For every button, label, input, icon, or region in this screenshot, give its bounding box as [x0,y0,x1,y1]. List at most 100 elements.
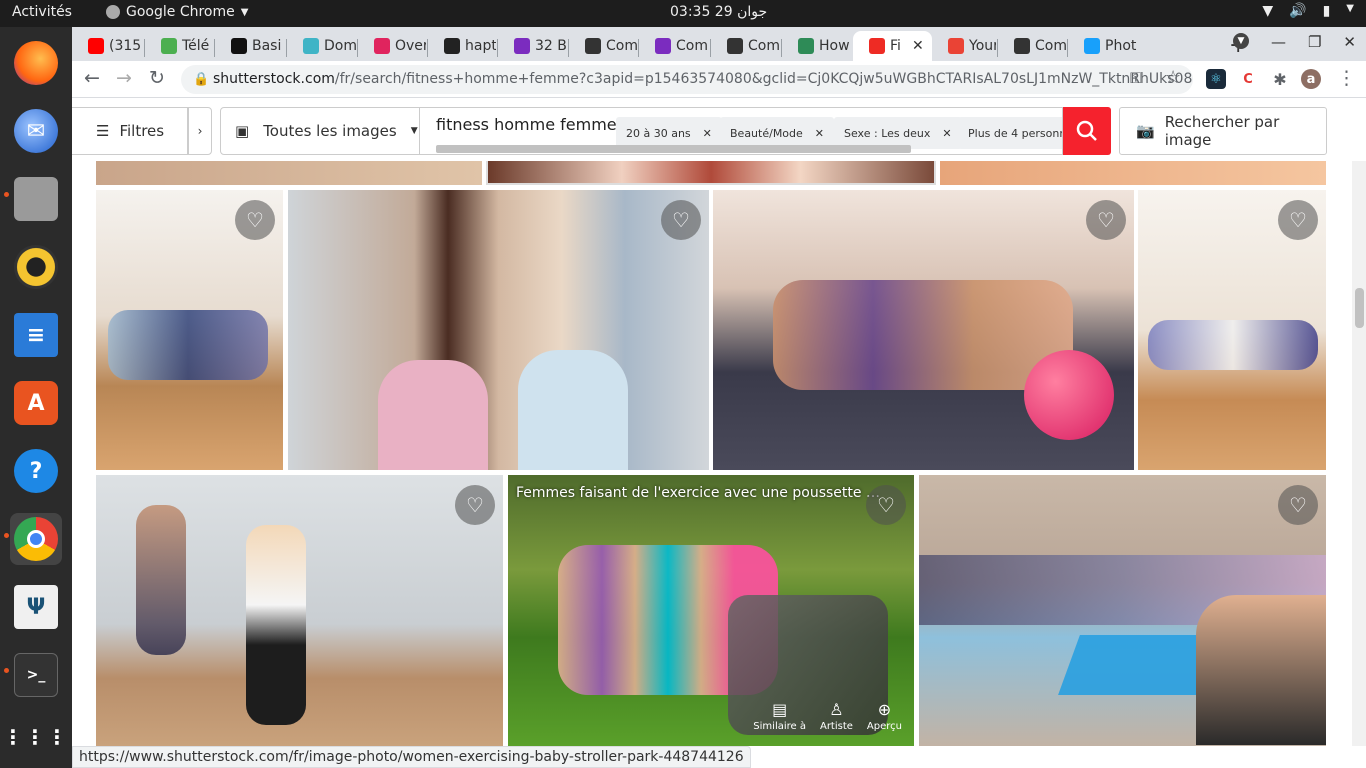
search-button[interactable] [1063,107,1111,155]
dock-app-grid[interactable]: ⋮⋮⋮ [3,711,67,763]
scrollbar-thumb[interactable] [436,145,911,153]
maximize-icon[interactable]: ❐ [1308,33,1321,51]
address-bar[interactable]: 🔒 shutterstock.com/fr/search/fitness+hom… [181,65,1193,94]
preview-button[interactable]: ⊕ Aperçu [867,700,902,732]
minimize-icon[interactable]: — [1271,33,1286,51]
heart-icon[interactable]: ♡ [661,200,701,240]
tab-search-icon[interactable]: ▼ [1232,33,1249,49]
key-icon[interactable]: ⚿ [1130,69,1141,87]
dock-terminal[interactable]: >_ [10,649,62,701]
filters-button[interactable]: ☰ Filtres [72,107,188,155]
activities-button[interactable]: Activités [12,4,72,20]
photo-situps-class[interactable]: ♡ [1138,190,1326,470]
dock-firefox[interactable] [10,37,62,89]
tab-10[interactable]: How [782,31,851,61]
tab-1[interactable]: Télé [145,31,213,61]
tab-5[interactable]: hapt [428,31,496,61]
photo-women-stroller-park[interactable]: Femmes faisant de l'exercice avec une po… [508,475,914,746]
tab-11[interactable]: Fi ✕ [853,31,932,61]
shutterstock-page: ☰ Filtres › ▣ Toutes les images ▼ fitnes… [72,98,1366,746]
tab-14[interactable]: Phot [1068,31,1140,61]
tab-8[interactable]: Com [639,31,709,61]
dock-software[interactable]: A [10,377,62,429]
expand-filters-button[interactable]: › [188,107,212,155]
react-devtools-icon[interactable]: ⚛ [1206,69,1226,89]
tab-13[interactable]: Com [998,31,1066,61]
tab-2[interactable]: Basi [215,31,285,61]
clock[interactable]: 03:35 جوان 29 [670,4,767,20]
battery-icon: ▮ [1322,3,1331,19]
photo-group-resting[interactable]: ♡ [713,190,1134,470]
camera-plus-icon: 📷 [1136,122,1155,140]
photo-yoga-meditation[interactable]: ♡ [919,475,1326,746]
dock-shotwell[interactable]: Ψ [10,581,62,633]
heart-icon[interactable]: ♡ [1086,200,1126,240]
similar-label: Similaire à [753,721,806,732]
tab-0[interactable]: (315 [72,31,143,61]
dock-files[interactable] [10,173,62,225]
system-tray[interactable]: ▼ 🔊 ▮ ▼ [1262,3,1354,19]
colorlib-icon [514,38,530,54]
tab-7[interactable]: Com [569,31,637,61]
search-field[interactable]: fitness homme femme 20 à 30 ans ✕ Beauté/… [420,107,1063,155]
back-arrow-icon[interactable]: ← [84,67,100,89]
puzzle-extensions-icon[interactable]: ✱ [1270,69,1290,89]
notion-icon [231,38,247,54]
tab-12[interactable]: Your [932,31,996,61]
tab-label: How [819,38,850,54]
dock-chrome[interactable] [10,513,62,565]
home-icon [1014,38,1030,54]
heart-icon[interactable]: ♡ [455,485,495,525]
photo-dance-class[interactable]: ♡ [96,475,503,746]
tab-6[interactable]: 32 B [498,31,567,61]
tab-bar: (315 Télé Basi Dom Over hapt 32 B Com Com Com How F… [72,27,1366,61]
heart-icon[interactable]: ♡ [866,485,906,525]
close-window-icon[interactable]: ✕ [1343,33,1356,51]
dock-writer[interactable]: ≡ [10,309,62,361]
dock-help[interactable]: ? [10,445,62,497]
close-icon[interactable]: ✕ [815,127,824,140]
cloud-icon [303,38,319,54]
extension-c-icon[interactable]: C [1238,69,1258,89]
tab-label: Phot [1105,38,1137,54]
close-tab-icon[interactable]: ✕ [912,38,924,54]
status-url-bar: https://www.shutterstock.com/fr/image-ph… [72,746,751,768]
wikihow-icon [798,38,814,54]
star-bookmark-icon[interactable]: ☆ [1165,67,1181,88]
heart-icon[interactable]: ♡ [235,200,275,240]
page-scrollbar[interactable] [1352,98,1366,746]
app-menu-label: Google Chrome [126,4,235,20]
similar-button[interactable]: ▤ Similaire à [753,700,806,732]
app-menu[interactable]: Google Chrome ▼ [106,4,248,20]
tab-label: (315 [109,38,142,54]
image-type-select[interactable]: ▣ Toutes les images ▼ [220,107,420,155]
scrollbar-thumb[interactable] [1355,288,1364,328]
window-controls: ▼ — ❐ ✕ [1232,33,1356,51]
chips-scrollbar[interactable] [426,145,1056,153]
heart-icon[interactable]: ♡ [1278,485,1318,525]
photo-pushups-class[interactable]: ♡ [96,190,283,470]
reload-icon[interactable]: ↻ [149,67,165,89]
forward-arrow-icon[interactable]: → [116,67,132,89]
image-icon: ▣ [235,122,250,140]
close-icon[interactable]: ✕ [703,127,712,140]
tab-9[interactable]: Com [711,31,780,61]
photo-women-clapping[interactable]: ♡ [288,190,709,470]
heart-icon[interactable]: ♡ [1278,200,1318,240]
document-icon: ≡ [14,313,58,357]
profile-avatar[interactable]: a [1301,69,1321,89]
kebab-menu-icon[interactable]: ⋮ [1337,67,1356,89]
close-icon[interactable]: ✕ [942,127,951,140]
tab-label: Télé [182,38,210,54]
tab-label: Your [969,38,996,54]
tab-4[interactable]: Over [358,31,426,61]
artist-button[interactable]: ♙ Artiste [820,700,853,732]
caret-down-icon: ▼ [410,126,418,136]
thunderbird-icon: ✉ [14,109,58,153]
dock-thunderbird[interactable]: ✉ [10,105,62,157]
search-by-image-button[interactable]: 📷 Rechercher par image [1119,107,1327,155]
gnome-top-bar: Activités Google Chrome ▼ 03:35 جوان 29 … [0,0,1366,27]
firefox-icon [14,41,58,85]
tab-3[interactable]: Dom [287,31,356,61]
dock-rhythmbox[interactable] [10,241,62,293]
